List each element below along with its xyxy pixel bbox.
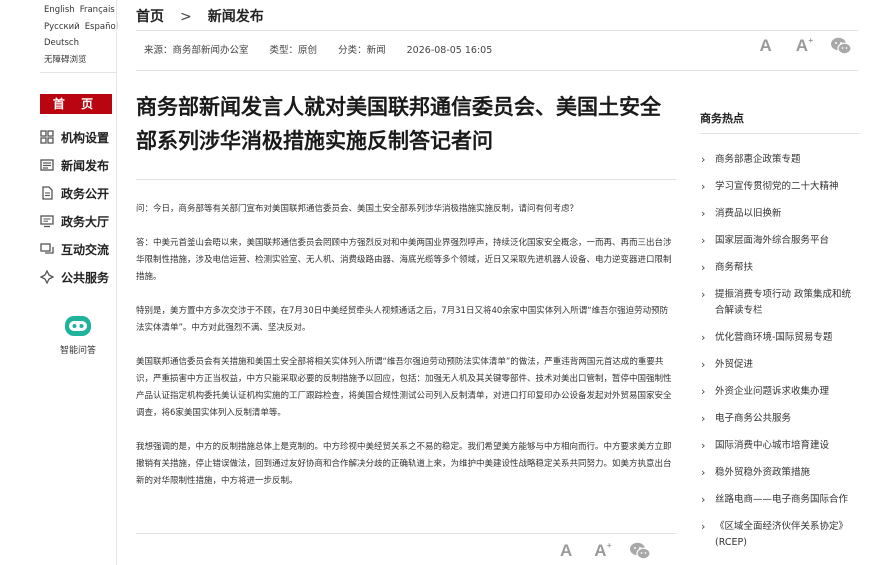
service-icon <box>40 270 54 284</box>
robot-icon <box>65 316 91 336</box>
smart-qa-button[interactable] <box>58 313 98 343</box>
lang-english[interactable]: English <box>44 5 75 15</box>
hot-topic-link[interactable]: 国家层面海外综合服务平台 <box>700 233 860 249</box>
meta-source: 来源：商务部新闻办公室 <box>144 45 249 56</box>
news-icon <box>40 158 54 172</box>
article-paragraph: 答：中美元首釜山会晤以来，美国联邦通信委员会罔顾中方强烈反对和中美两国业界强烈呼… <box>136 238 672 282</box>
article-paragraph: 特别是，美方置中方多次交涉于不顾，在7月30日中美经贸牵头人视频通话之后，7月3… <box>136 306 669 333</box>
language-bar: English Français Русский Español Deutsch 无… <box>44 2 118 68</box>
smart-qa-label: 智能问答 <box>59 346 96 356</box>
article-paragraph: 美国联邦通信委员会有关措施和美国土安全部将相关实体列入所谓“维吾尔强迫劳动预防法… <box>136 357 672 418</box>
lang-spanish[interactable]: Español <box>85 22 118 32</box>
lang-french[interactable]: Français <box>80 5 115 15</box>
meta-type: 类型：原创 <box>269 45 318 56</box>
wechat-icon[interactable] <box>629 541 651 561</box>
hot-topic-link[interactable]: 提振消费专项行动 政策集成和统合解读专栏 <box>700 287 860 319</box>
chat-icon <box>40 242 54 256</box>
meta-date: 2026-08-05 16:05 <box>406 45 493 56</box>
breadcrumb-current[interactable]: 新闻发布 <box>208 9 264 25</box>
hot-topic-link[interactable]: 消费品以旧换新 <box>700 206 860 222</box>
hot-topics-header: 商务热点 <box>700 110 860 126</box>
lang-russian[interactable]: Русский <box>44 22 80 32</box>
wechat-icon[interactable] <box>830 36 852 56</box>
nav-item-open-gov[interactable]: 政务公开 <box>40 179 112 207</box>
article-paragraph: 问：今日，商务部等有关部门宣布对美国联邦通信委员会、美国土安全部系列涉华消极措施… <box>136 204 579 214</box>
nav-home-button[interactable]: 首 页 <box>40 94 112 114</box>
hot-topics-list: 商务部惠企政策专题 学习宣传贯彻党的二十大精神 消费品以旧换新 国家层面海外综合… <box>700 152 860 562</box>
font-decrease-button[interactable]: A <box>560 541 572 561</box>
meta-category: 分类：新闻 <box>338 45 386 56</box>
sidebar-divider <box>116 0 117 565</box>
hot-topic-link[interactable]: 电子商务公共服务 <box>700 411 860 427</box>
hot-topic-link[interactable]: 稳外贸稳外资政策措施 <box>700 465 860 481</box>
title-divider <box>136 179 676 180</box>
hot-topic-link[interactable]: 学习宣传贯彻党的二十大精神 <box>700 179 860 195</box>
breadcrumb: 首页 > 新闻发布 <box>136 6 264 26</box>
article-paragraph: 我想强调的是，中方的反制措施总体上是克制的。中方珍视中美经贸关系之不易的稳定。我… <box>136 442 672 486</box>
breadcrumb-divider <box>136 30 858 31</box>
hot-topic-link[interactable]: 《区域全面经济伙伴关系协定》(RCEP) <box>700 519 860 551</box>
nav-item-interaction[interactable]: 互动交流 <box>40 235 112 263</box>
nav-item-label: 公共服务 <box>61 270 110 285</box>
article-body: 问：今日，商务部等有关部门宣布对美国联邦通信委员会、美国土安全部系列涉华消极措施… <box>136 201 676 507</box>
nav-item-label: 互动交流 <box>61 242 110 257</box>
nav-item-label: 新闻发布 <box>61 158 110 173</box>
article-meta: 来源：商务部新闻办公室 类型：原创 分类：新闻 2026-08-05 16:05 <box>144 42 510 56</box>
nav-item-label: 机构设置 <box>61 130 110 145</box>
font-increase-button[interactable]: A + <box>796 36 813 56</box>
nav-item-org[interactable]: 机构设置 <box>40 123 112 151</box>
nav-item-label: 政务大厅 <box>61 214 110 229</box>
hot-topic-link[interactable]: 优化营商环境-国际贸易专题 <box>700 330 860 346</box>
breadcrumb-home[interactable]: 首页 <box>136 9 164 25</box>
monitor-icon <box>40 214 54 228</box>
hot-topic-link[interactable]: 商务部惠企政策专题 <box>700 152 860 168</box>
nav-item-public-service[interactable]: 公共服务 <box>40 263 112 291</box>
hot-topics-divider <box>700 133 860 134</box>
grid-icon <box>40 130 54 144</box>
breadcrumb-separator: > <box>180 9 192 25</box>
hot-topic-link[interactable]: 外贸促进 <box>700 357 860 373</box>
hot-topic-link[interactable]: 丝路电商——电子商务国际合作 <box>700 492 860 508</box>
left-nav: 首 页 机构设置 新闻发布 政务公开 政务大厅 互动交流 公共服务 <box>40 94 112 291</box>
hot-topic-link[interactable]: 外资企业问题诉求收集办理 <box>700 384 860 400</box>
font-decrease-button[interactable]: A <box>759 36 771 56</box>
meta-divider <box>136 70 858 71</box>
nav-item-label: 政务公开 <box>61 186 110 201</box>
lang-german[interactable]: Deutsch <box>44 38 79 48</box>
hot-topic-link[interactable]: 商务帮扶 <box>700 260 860 276</box>
article-tools: A A + <box>735 36 852 56</box>
document-icon <box>40 186 54 200</box>
article-tools-bottom: A A + <box>560 541 651 561</box>
nav-item-news[interactable]: 新闻发布 <box>40 151 112 179</box>
article-bottom-divider <box>136 533 676 534</box>
hot-topic-link[interactable]: 国际消费中心城市培育建设 <box>700 438 860 454</box>
nav-item-hall[interactable]: 政务大厅 <box>40 207 112 235</box>
accessibility-link[interactable]: 无障碍浏览 <box>44 55 87 65</box>
hot-topics-title: 商务热点 <box>700 112 744 125</box>
language-divider <box>40 72 116 73</box>
font-increase-button[interactable]: A + <box>594 541 611 561</box>
article-title: 商务部新闻发言人就对美国联邦通信委员会、美国土安全部系列涉华消极措施实施反制答记… <box>136 95 661 153</box>
